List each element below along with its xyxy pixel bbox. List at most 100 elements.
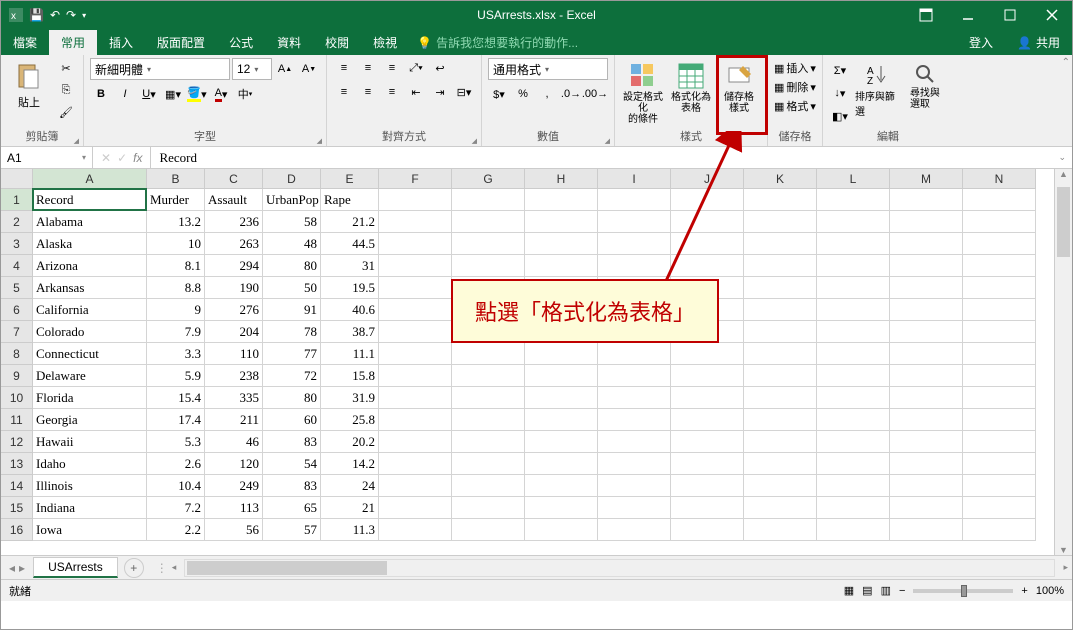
row-header-13[interactable]: 13 [1,453,33,475]
align-middle-button[interactable]: ≡ [357,58,379,78]
cell[interactable]: Rape [321,189,379,211]
row-header-11[interactable]: 11 [1,409,33,431]
cell-styles-button[interactable]: 儲存格 樣式 [717,58,761,114]
row-header-6[interactable]: 6 [1,299,33,321]
cell[interactable]: Arizona [33,255,147,277]
increase-font-button[interactable]: A▲ [274,59,296,79]
cell[interactable] [452,387,525,409]
cell[interactable]: 25.8 [321,409,379,431]
cell[interactable] [598,255,671,277]
cell[interactable] [598,453,671,475]
cut-button[interactable]: ✂ [55,58,77,78]
view-page-layout-icon[interactable]: ▤ [862,584,872,597]
cell[interactable] [525,519,598,541]
cell[interactable]: Delaware [33,365,147,387]
row-header-10[interactable]: 10 [1,387,33,409]
cell[interactable]: 72 [263,365,321,387]
cell[interactable] [598,343,671,365]
cell[interactable] [671,475,744,497]
cell[interactable]: Colorado [33,321,147,343]
qat-dropdown-icon[interactable]: ▾ [82,11,86,20]
sheet-prev-icon[interactable]: ◂ [9,561,15,575]
cell[interactable] [890,431,963,453]
cell[interactable] [744,497,817,519]
cell[interactable]: 2.6 [147,453,205,475]
cell[interactable] [744,387,817,409]
cell[interactable]: 77 [263,343,321,365]
cell[interactable]: 13.2 [147,211,205,233]
cell[interactable] [452,409,525,431]
new-sheet-button[interactable]: + [124,558,144,578]
tell-me-search[interactable]: 💡告訴我您想要執行的動作... [409,30,586,55]
cell[interactable]: Illinois [33,475,147,497]
sheet-tab-usarrests[interactable]: USArrests [33,557,118,578]
cell[interactable] [452,255,525,277]
cell[interactable]: 236 [205,211,263,233]
cell[interactable] [744,475,817,497]
cell[interactable] [452,189,525,211]
cell[interactable] [817,475,890,497]
find-select-button[interactable]: 尋找與 選取 [903,58,947,110]
cell[interactable] [452,211,525,233]
undo-icon[interactable]: ↶ [50,8,60,22]
cell[interactable]: 11.3 [321,519,379,541]
cell[interactable]: 5.9 [147,365,205,387]
cell[interactable] [671,255,744,277]
cell[interactable] [598,497,671,519]
cell[interactable]: 38.7 [321,321,379,343]
row-header-12[interactable]: 12 [1,431,33,453]
cell[interactable] [452,365,525,387]
cell[interactable]: Iowa [33,519,147,541]
cell[interactable] [379,189,452,211]
cell[interactable] [744,255,817,277]
cell[interactable]: 211 [205,409,263,431]
col-header-H[interactable]: H [525,169,598,189]
cell[interactable] [598,211,671,233]
cell[interactable]: 50 [263,277,321,299]
cell[interactable] [379,431,452,453]
collapse-ribbon-icon[interactable]: ⌃ [1062,57,1070,68]
cell[interactable] [963,497,1036,519]
clear-button[interactable]: ◧▾ [829,106,851,126]
align-center-button[interactable]: ≡ [357,82,379,102]
cell[interactable] [744,233,817,255]
cell[interactable] [452,453,525,475]
increase-decimal-button[interactable]: .0→ [560,84,582,104]
cell[interactable]: 190 [205,277,263,299]
cell[interactable] [817,299,890,321]
hscroll-left-icon[interactable]: ◂ [168,562,181,573]
cell[interactable] [744,211,817,233]
cell[interactable] [817,189,890,211]
cell[interactable] [817,497,890,519]
cell[interactable] [890,387,963,409]
cell[interactable]: 263 [205,233,263,255]
cell[interactable] [379,233,452,255]
row-header-15[interactable]: 15 [1,497,33,519]
cell[interactable] [890,343,963,365]
autosum-button[interactable]: Σ▾ [829,60,851,80]
cell[interactable]: 113 [205,497,263,519]
currency-button[interactable]: $▾ [488,84,510,104]
cell[interactable] [963,343,1036,365]
row-header-5[interactable]: 5 [1,277,33,299]
cell[interactable] [817,277,890,299]
cell[interactable] [525,365,598,387]
cell[interactable] [963,299,1036,321]
cell[interactable] [744,189,817,211]
fx-icon[interactable]: fx [133,151,142,165]
cell[interactable] [671,189,744,211]
cell[interactable]: Georgia [33,409,147,431]
cell[interactable]: 48 [263,233,321,255]
cell[interactable] [890,233,963,255]
cell[interactable] [817,255,890,277]
cell[interactable]: 11.1 [321,343,379,365]
view-normal-icon[interactable]: ▦ [844,584,854,597]
col-header-L[interactable]: L [817,169,890,189]
cell[interactable] [452,497,525,519]
cell[interactable] [890,211,963,233]
cell[interactable] [963,233,1036,255]
cell[interactable]: 9 [147,299,205,321]
cell[interactable] [744,409,817,431]
cell[interactable] [744,277,817,299]
cell[interactable]: 56 [205,519,263,541]
